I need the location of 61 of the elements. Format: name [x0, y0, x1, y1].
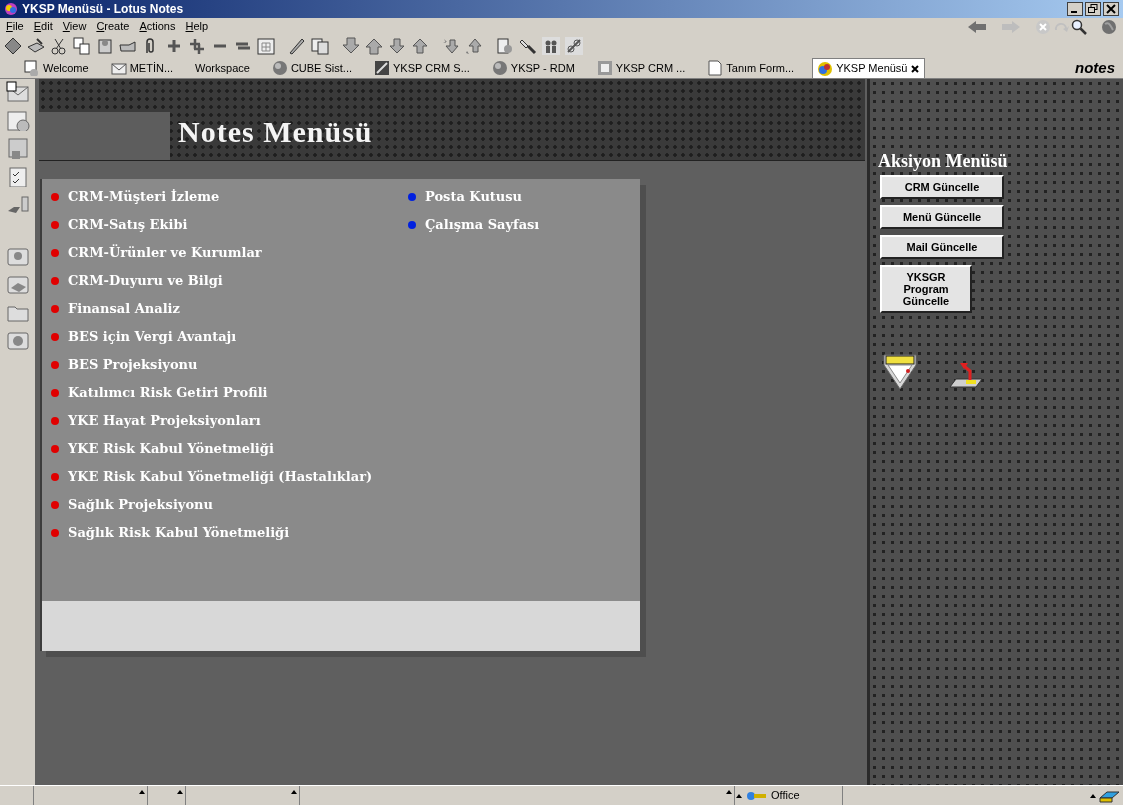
menu-item[interactable]: Edit	[33, 18, 53, 35]
mail-icon[interactable]	[5, 81, 30, 103]
action-button[interactable]: CRM Güncelle	[880, 175, 1004, 199]
window-title: YKSP Menüsü - Lotus Notes	[22, 1, 184, 18]
tab[interactable]: METİN...	[106, 58, 178, 78]
up-arrow-icon[interactable]	[411, 37, 429, 55]
caret-icon[interactable]	[138, 788, 146, 796]
paste-icon[interactable]	[96, 37, 114, 55]
tab[interactable]: YKSP Menüsü	[812, 58, 926, 78]
tab[interactable]: YKSP CRM ...	[592, 58, 690, 78]
menu-item[interactable]: File	[6, 18, 24, 35]
grid-icon[interactable]	[257, 37, 275, 55]
close-icon[interactable]	[1103, 2, 1119, 16]
diamond-icon[interactable]	[4, 37, 22, 55]
app-logo-icon	[4, 2, 18, 16]
down-arrow-icon[interactable]	[388, 37, 406, 55]
pen-icon[interactable]	[288, 37, 306, 55]
page-icon[interactable]	[707, 60, 724, 76]
document-icon[interactable]	[24, 60, 40, 76]
calendar-icon[interactable]	[5, 109, 30, 131]
menu-item[interactable]: Actions	[139, 18, 176, 35]
double-plus-icon[interactable]	[188, 37, 206, 55]
tab[interactable]: Tanım Form...	[703, 58, 799, 78]
back-arrow-icon[interactable]	[967, 19, 987, 34]
panel-title: Aksiyon Menüsü	[878, 151, 1009, 171]
globe-folder-icon[interactable]	[5, 329, 30, 351]
up-arrow-icon[interactable]	[365, 37, 383, 55]
restore-icon[interactable]	[1085, 2, 1101, 16]
link-icon[interactable]	[565, 37, 583, 55]
notes-logo: notes	[1075, 58, 1116, 78]
action-button[interactable]: YKSGR Program Güncelle	[880, 265, 972, 313]
action-button[interactable]: Menü Güncelle	[880, 205, 1004, 229]
tab[interactable]: Workspace	[191, 58, 254, 78]
tab[interactable]: CUBE Sist...	[267, 58, 356, 78]
envelope-icon[interactable]	[882, 353, 918, 391]
plus-icon[interactable]	[165, 37, 183, 55]
caret-icon[interactable]	[176, 788, 184, 796]
tab[interactable]: Welcome	[20, 58, 93, 78]
globe-icon[interactable]	[271, 60, 288, 76]
menu-item[interactable]: View	[62, 18, 87, 35]
globe-icon[interactable]	[491, 60, 508, 76]
document-icon[interactable]	[496, 37, 514, 55]
flashlight-icon[interactable]	[519, 37, 537, 55]
search-icon[interactable]	[1071, 18, 1087, 35]
minimize-icon[interactable]	[1067, 2, 1083, 16]
action-button[interactable]: Mail Güncelle	[880, 235, 1004, 259]
cards-icon[interactable]	[311, 37, 329, 55]
certificate-icon[interactable]	[5, 245, 30, 267]
people-icon[interactable]	[542, 37, 560, 55]
menu-item[interactable]: Create	[96, 18, 130, 35]
scissors-icon[interactable]	[50, 37, 68, 55]
menu-item[interactable]: Help	[185, 18, 209, 35]
page-title: Notes Menüsü	[178, 114, 373, 150]
caret-icon[interactable]	[290, 788, 298, 796]
tab[interactable]: YKSP - RDM	[487, 58, 579, 78]
close-icon[interactable]	[910, 63, 921, 74]
copy-icon[interactable]	[73, 37, 91, 55]
location-selector[interactable]: Office	[735, 786, 843, 805]
down-arrow-icon[interactable]	[342, 37, 360, 55]
tab[interactable]: YKSP CRM S...	[370, 58, 474, 78]
mailbox-icon[interactable]	[110, 60, 127, 76]
